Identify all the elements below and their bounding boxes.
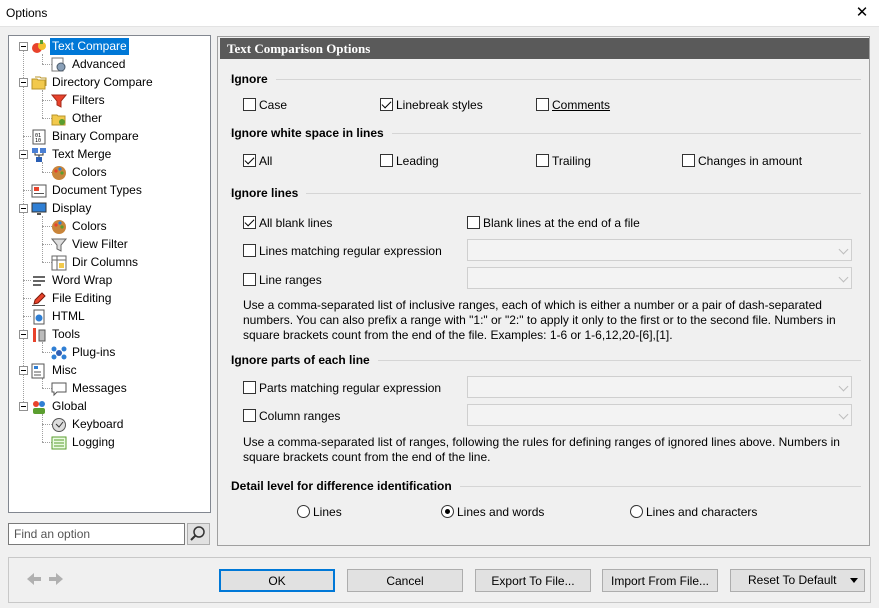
expander-display[interactable] (19, 204, 28, 213)
pencil-icon (32, 292, 46, 306)
merge-icon (32, 148, 46, 162)
ok-button[interactable]: OK (219, 569, 335, 592)
chevron-down-icon (838, 272, 849, 283)
chevron-down-icon (838, 244, 849, 255)
section-detail-level: Detail level for difference identificati… (231, 479, 460, 493)
plugin-icon (51, 346, 67, 360)
lines-regex-combo[interactable] (467, 239, 852, 261)
dropdown-arrow-icon[interactable] (850, 578, 858, 583)
svg-text:10: 10 (35, 138, 41, 144)
monitor-icon (31, 202, 47, 215)
text-compare-icon (32, 40, 46, 53)
back-arrow-icon[interactable] (26, 572, 42, 586)
search-button[interactable] (187, 523, 210, 545)
title-bar (0, 0, 879, 27)
reset-to-default-button[interactable]: Reset To Default (730, 569, 865, 592)
cancel-button[interactable]: Cancel (347, 569, 463, 592)
binary-file-icon: 0110 (32, 129, 46, 145)
chevron-down-icon (838, 381, 849, 392)
expander-text-compare[interactable] (19, 42, 28, 51)
funnel-icon (51, 238, 67, 252)
folder-other-icon (51, 114, 66, 126)
html-file-icon (33, 309, 45, 325)
options-tree[interactable]: Text Compare Advanced Directory Compare … (8, 35, 211, 513)
section-ignore: Ignore (231, 72, 276, 86)
document-types-icon (31, 184, 47, 198)
find-option-input[interactable] (8, 523, 185, 545)
tools-icon (33, 328, 46, 342)
palette-icon (52, 166, 66, 180)
expander-directory-compare[interactable] (19, 78, 28, 87)
export-to-file-button[interactable]: Export To File... (475, 569, 591, 592)
log-icon (51, 436, 67, 450)
palette-icon (52, 220, 66, 234)
window-title: Options (6, 6, 48, 20)
keyboard-icon (52, 418, 66, 432)
line-ranges-combo[interactable] (467, 267, 852, 289)
expander-misc[interactable] (19, 366, 28, 375)
advanced-settings-icon (51, 57, 66, 72)
expander-text-merge[interactable] (19, 150, 28, 159)
chevron-down-icon (838, 409, 849, 420)
close-button[interactable]: ✕ (845, 0, 879, 26)
import-from-file-button[interactable]: Import From File... (602, 569, 718, 592)
line-ranges-help: Use a comma-separated list of inclusive … (243, 298, 836, 342)
section-ignore-lines: Ignore lines (231, 186, 307, 200)
options-panel (217, 36, 870, 546)
column-ranges-help: Use a comma-separated list of ranges, fo… (243, 435, 840, 464)
columns-icon (51, 255, 67, 271)
message-icon (51, 382, 67, 397)
forward-arrow-icon[interactable] (48, 572, 64, 586)
expander-tools[interactable] (19, 330, 28, 339)
panel-header: Text Comparison Options (220, 38, 869, 59)
word-wrap-icon (33, 276, 45, 286)
section-whitespace: Ignore white space in lines (231, 126, 392, 140)
close-icon: ✕ (855, 4, 869, 21)
misc-icon (31, 363, 45, 379)
users-icon (33, 401, 45, 414)
search-icon (190, 526, 205, 541)
section-ignore-parts: Ignore parts of each line (231, 353, 378, 367)
folder-compare-icon (31, 76, 47, 90)
expander-global[interactable] (19, 402, 28, 411)
parts-regex-combo[interactable] (467, 376, 852, 398)
filter-icon (51, 94, 67, 108)
column-ranges-combo[interactable] (467, 404, 852, 426)
